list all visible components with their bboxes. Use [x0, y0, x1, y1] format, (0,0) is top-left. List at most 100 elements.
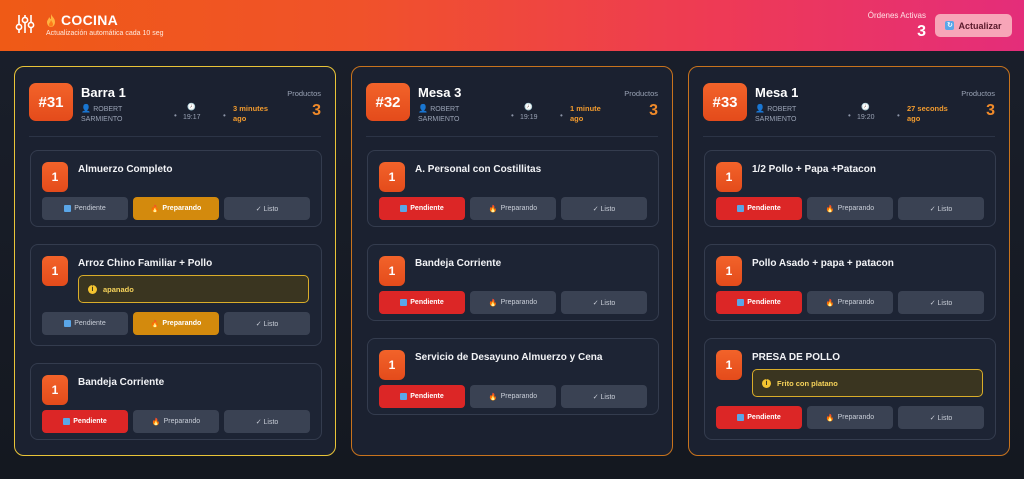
- pending-button[interactable]: Pendiente: [42, 312, 128, 335]
- pending-label: Pendiente: [410, 393, 444, 400]
- order-time-value: 19:17: [183, 114, 201, 121]
- ready-label: ✓ Listo: [255, 418, 279, 426]
- status-buttons: Pendiente 🔥 Preparando ✓ Listo: [716, 197, 984, 220]
- table-name: Mesa 1: [755, 85, 799, 100]
- order-card: #31 Barra 1 👤 ROBERT SARMIENTO • 🕗 19:17 • 3 min…: [14, 66, 336, 456]
- ready-button[interactable]: ✓ Listo: [561, 197, 647, 220]
- ready-button[interactable]: ✓ Listo: [898, 291, 984, 314]
- pending-label: Pendiente: [74, 320, 106, 327]
- pending-button[interactable]: Pendiente: [716, 406, 802, 429]
- products-count: 3: [312, 102, 321, 119]
- header-divider: [29, 136, 321, 137]
- waiter-last-name: SARMIENTO: [418, 116, 460, 123]
- flame-icon: 🔥: [488, 393, 498, 401]
- item-name: Pollo Asado + papa + patacon: [752, 258, 894, 269]
- separator-dot: •: [560, 111, 563, 120]
- item-quantity: 1: [716, 350, 742, 380]
- products-label: Productos: [961, 89, 995, 98]
- order-time: 🕗 19:19: [520, 103, 538, 123]
- ready-button[interactable]: ✓ Listo: [224, 410, 310, 433]
- person-icon: 👤: [418, 104, 431, 113]
- preparing-button[interactable]: 🔥 Preparando: [133, 197, 219, 220]
- pending-label: Pendiente: [747, 205, 781, 212]
- preparing-button[interactable]: 🔥 Preparando: [807, 197, 893, 220]
- pending-button[interactable]: Pendiente: [716, 197, 802, 220]
- order-item: 1 Bandeja Corriente Pendiente 🔥 Preparando ✓ …: [367, 244, 659, 321]
- ready-button[interactable]: ✓ Listo: [224, 197, 310, 220]
- app-header: COCINA Actualización automática cada 10 …: [0, 0, 1024, 51]
- clock-icon: 🕗: [187, 104, 197, 111]
- products-label: Productos: [287, 89, 321, 98]
- pending-button[interactable]: Pendiente: [379, 291, 465, 314]
- pending-button[interactable]: Pendiente: [42, 197, 128, 220]
- flame-icon: 🔥: [488, 299, 498, 307]
- pending-label: Pendiente: [410, 205, 444, 212]
- elapsed-line-2: ago: [907, 114, 921, 123]
- flame-icon: 🔥: [151, 418, 161, 426]
- pause-icon: [400, 299, 408, 306]
- order-item: 1 Pollo Asado + papa + patacon Pendiente 🔥 P…: [704, 244, 996, 321]
- ready-button[interactable]: ✓ Listo: [561, 291, 647, 314]
- item-quantity: 1: [716, 162, 742, 192]
- ready-button[interactable]: ✓ Listo: [898, 197, 984, 220]
- pending-button[interactable]: Pendiente: [379, 197, 465, 220]
- item-name: Servicio de Desayuno Almuerzo y Cena: [415, 352, 603, 363]
- preparing-label: Preparando: [837, 414, 875, 421]
- app-subtitle: Actualización automática cada 10 seg: [46, 30, 164, 37]
- preparing-button[interactable]: 🔥 Preparando: [133, 410, 219, 433]
- clock-icon: 🕗: [524, 104, 534, 111]
- flame-icon: 🔥: [825, 414, 835, 422]
- preparing-button[interactable]: 🔥 Preparando: [133, 312, 219, 335]
- elapsed-line-2: ago: [233, 114, 247, 123]
- pause-icon: [737, 414, 745, 421]
- order-number: #32: [366, 83, 410, 121]
- ready-button[interactable]: ✓ Listo: [898, 406, 984, 429]
- ready-label: ✓ Listo: [592, 299, 616, 307]
- settings-sliders-icon[interactable]: [15, 13, 35, 35]
- ready-label: ✓ Listo: [929, 205, 953, 213]
- order-time: 🕗 19:17: [183, 103, 201, 123]
- pending-label: Pendiente: [747, 299, 781, 306]
- pending-button[interactable]: Pendiente: [379, 385, 465, 408]
- preparing-button[interactable]: 🔥 Preparando: [470, 291, 556, 314]
- preparing-button[interactable]: 🔥 Preparando: [807, 291, 893, 314]
- order-card: #33 Mesa 1 👤 ROBERT SARMIENTO • 🕗 19:20 • 27 sec…: [688, 66, 1010, 456]
- preparing-button[interactable]: 🔥 Preparando: [470, 197, 556, 220]
- order-item: 1 PRESA DE POLLO i Frito con platano Pendien…: [704, 338, 996, 440]
- preparing-button[interactable]: 🔥 Preparando: [470, 385, 556, 408]
- ready-button[interactable]: ✓ Listo: [224, 312, 310, 335]
- status-buttons: Pendiente 🔥 Preparando ✓ Listo: [42, 410, 310, 433]
- pause-icon: [737, 205, 745, 212]
- order-item: 1 1/2 Pollo + Papa +Patacon Pendiente 🔥 Prep…: [704, 150, 996, 227]
- item-name: Arroz Chino Familiar + Pollo: [78, 258, 213, 269]
- active-orders-label: Órdenes Activas: [867, 11, 926, 20]
- ready-label: ✓ Listo: [929, 414, 953, 422]
- products-count: 3: [649, 102, 658, 119]
- ready-label: ✓ Listo: [929, 299, 953, 307]
- pending-button[interactable]: Pendiente: [42, 410, 128, 433]
- status-buttons: Pendiente 🔥 Preparando ✓ Listo: [379, 385, 647, 408]
- order-header: #31 Barra 1 👤 ROBERT SARMIENTO • 🕗 19:17 • 3 min…: [29, 83, 321, 139]
- pause-icon: [400, 205, 408, 212]
- flame-icon: 🔥: [150, 205, 160, 213]
- pending-button[interactable]: Pendiente: [716, 291, 802, 314]
- separator-dot: •: [511, 111, 514, 120]
- order-item: 1 Servicio de Desayuno Almuerzo y Cena Pen…: [367, 338, 659, 415]
- active-orders-count: 3: [917, 23, 926, 40]
- preparing-label: Preparando: [500, 205, 538, 212]
- info-icon: i: [88, 284, 97, 294]
- preparing-label: Preparando: [837, 299, 875, 306]
- waiter-first-name: ROBERT: [767, 106, 797, 113]
- status-buttons: Pendiente 🔥 Preparando ✓ Listo: [379, 197, 647, 220]
- status-buttons: Pendiente 🔥 Preparando ✓ Listo: [42, 197, 310, 220]
- pause-icon: [63, 418, 71, 425]
- ready-label: ✓ Listo: [592, 393, 616, 401]
- refresh-button[interactable]: ↻ Actualizar: [935, 14, 1012, 37]
- ready-button[interactable]: ✓ Listo: [561, 385, 647, 408]
- flame-icon: 🔥: [825, 299, 835, 307]
- waiter-last-name: SARMIENTO: [81, 116, 123, 123]
- preparing-label: Preparando: [162, 205, 202, 212]
- separator-dot: •: [223, 111, 226, 120]
- ready-label: ✓ Listo: [255, 205, 279, 213]
- preparing-button[interactable]: 🔥 Preparando: [807, 406, 893, 429]
